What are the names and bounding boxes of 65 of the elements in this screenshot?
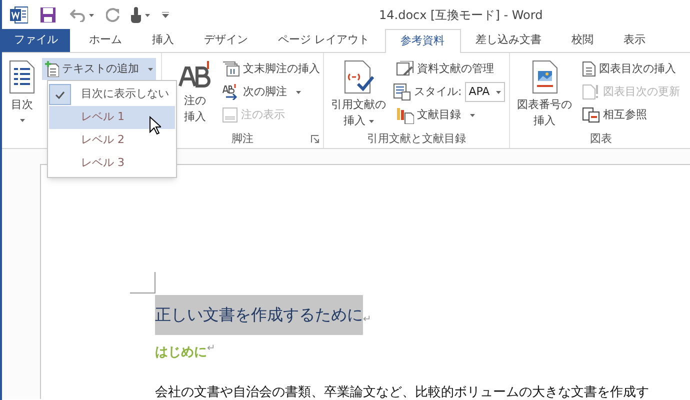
group-label: 脚注: [232, 131, 254, 147]
ribbon-tab[interactable]: 校閲: [556, 29, 608, 52]
caret-icon: [20, 119, 24, 122]
window-title: 14.docx [互換モード] - Word: [379, 7, 543, 24]
caret-icon: [145, 14, 150, 16]
group-label: 図表: [590, 131, 612, 147]
hand-icon[interactable]: [130, 7, 142, 23]
large-ribbon-button[interactable]: 目次: [6, 56, 38, 124]
ribbon-button[interactable]: 次の脚注: [219, 81, 319, 103]
add-text-icon: [45, 61, 59, 77]
sources-icon: [396, 61, 414, 77]
undo-icon[interactable]: [70, 8, 86, 22]
ribbon-button[interactable]: 文末脚注の挿入: [219, 58, 319, 80]
footnote-icon: [178, 60, 212, 90]
word-logo-icon[interactable]: [10, 6, 28, 24]
caret-icon: [368, 120, 374, 122]
dialog-launcher-icon[interactable]: [311, 135, 319, 143]
ribbon-tab[interactable]: 差し込み文書: [460, 29, 556, 52]
style-icon: [393, 83, 411, 101]
style-label: スタイル:: [414, 84, 462, 100]
ribbon-button[interactable]: 相互参照: [579, 104, 683, 126]
ribbon-tab[interactable]: デザイン: [189, 29, 263, 52]
ribbon-tab[interactable]: ホーム: [74, 29, 137, 52]
menu-item[interactable]: レベル 2: [49, 129, 175, 152]
large-ribbon-button[interactable]: 図表番号の 挿入: [514, 56, 575, 131]
bibliography-icon: [396, 106, 414, 124]
crop-mark-icon: [130, 272, 156, 294]
style-dropdown[interactable]: APA: [464, 82, 505, 102]
body-paragraph: 会社の文書や自治会の書類、卒業論文など、比較的ボリュームの大きな文書を作成す: [155, 384, 649, 400]
caption-icon: [532, 60, 558, 94]
menu-item[interactable]: レベル 3: [49, 152, 175, 175]
paragraph-mark: ↵: [207, 342, 216, 356]
citation-icon: [344, 60, 374, 94]
ribbon-button[interactable]: 文献目録: [393, 104, 505, 126]
customize-icon[interactable]: [162, 12, 169, 18]
ribbon-button[interactable]: 資料文献の管理: [393, 58, 505, 80]
menu-item[interactable]: 目次に表示しない: [49, 83, 175, 106]
save-icon[interactable]: [40, 7, 56, 23]
cross-reference-icon: [582, 107, 600, 123]
heading-text: 正しい文書を作成するために: [155, 295, 363, 335]
heading-text: はじめに: [155, 344, 207, 362]
next-footnote-icon: [222, 84, 240, 100]
group-label: 引用文献と文献目録: [367, 131, 466, 147]
caret-icon: [496, 90, 501, 94]
large-ribbon-button[interactable]: 引用文献の 挿入: [328, 56, 389, 131]
ribbon-button[interactable]: 図表目次の挿入: [579, 58, 683, 80]
table-of-figures-icon: [582, 61, 596, 77]
caret-icon: [470, 114, 475, 116]
ribbon-tab[interactable]: 参考資料: [384, 29, 460, 53]
ribbon-tab[interactable]: ページ レイアウト: [263, 29, 384, 52]
ribbon-tab[interactable]: 表示: [608, 29, 660, 52]
endnote-icon: [222, 61, 240, 77]
caret-icon: [296, 90, 301, 94]
toc-icon: [9, 60, 35, 94]
redo-icon[interactable]: [106, 8, 120, 22]
update-table-icon: [582, 84, 600, 100]
mouse-pointer-icon: [149, 116, 161, 135]
file-tab[interactable]: ファイル: [2, 29, 70, 52]
ribbon-button[interactable]: テキストの追加: [42, 58, 156, 80]
paragraph-mark: ↵: [363, 313, 372, 327]
notes-icon: [222, 107, 238, 123]
ribbon-tab[interactable]: 挿入: [137, 29, 189, 52]
caret-icon: [89, 14, 94, 16]
check-icon: [55, 90, 65, 98]
caret-icon: [148, 68, 153, 70]
